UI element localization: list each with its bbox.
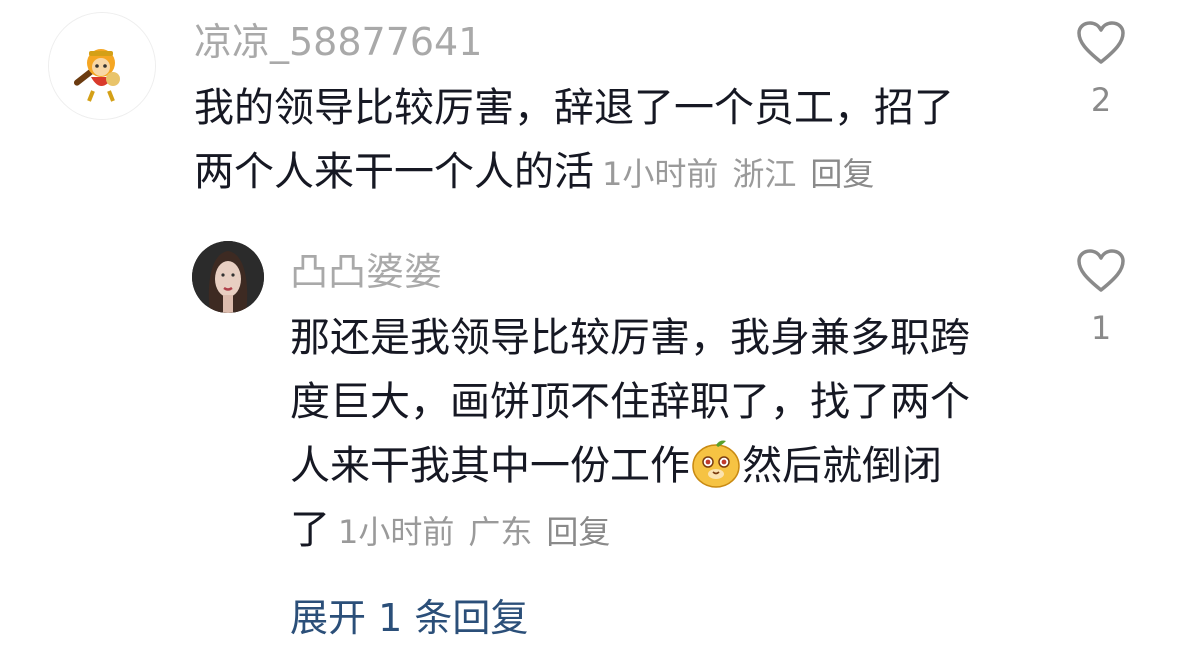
reply-time: 1小时前 — [338, 513, 455, 551]
comment-username[interactable]: 凉凉_58877641 — [194, 20, 482, 64]
comment-time: 1小时前 — [602, 155, 719, 193]
comment-meta: 1小时前 浙江 回复 — [602, 155, 888, 193]
reply-line-3-start: 人来干我其中一份工作 — [290, 443, 690, 489]
woman-portrait-avatar-icon — [192, 241, 264, 313]
heart-icon[interactable] — [1076, 20, 1126, 66]
reply-like-count: 1 — [1090, 309, 1112, 347]
comment-location: 浙江 — [732, 155, 797, 193]
comment-body: 我的领导比较厉害，辞退了一个员工，招了 两个人来干一个人的活 1小时前 浙江 回复 — [194, 76, 954, 204]
monkey-king-avatar-icon — [49, 13, 155, 119]
comment-line-2: 两个人来干一个人的活 1小时前 浙江 回复 — [194, 140, 954, 204]
reply-line-3: 人来干我其中一份工作 然后就倒闭 — [290, 434, 970, 498]
avatar-top-comment[interactable] — [48, 12, 156, 120]
heart-icon[interactable] — [1076, 248, 1126, 294]
reply-line-4-text: 了 — [290, 507, 330, 553]
smiling-emoji-icon — [692, 440, 740, 488]
reply-location: 广东 — [468, 513, 533, 551]
reply-body: 那还是我领导比较厉害，我身兼多职跨 度巨大，画饼顶不住辞职了，找了两个 人来干我… — [290, 306, 970, 562]
comment-like-count: 2 — [1090, 81, 1112, 119]
reply-username[interactable]: 凸凸婆婆 — [290, 250, 442, 294]
reply-line-3-end: 然后就倒闭 — [742, 443, 942, 489]
reply-like-group: 1 — [1071, 248, 1131, 348]
comment-reply-button[interactable]: 回复 — [810, 155, 874, 193]
comment-like-group: 2 — [1071, 20, 1131, 120]
avatar-reply[interactable] — [192, 241, 264, 313]
comment-line-1: 我的领导比较厉害，辞退了一个员工，招了 — [194, 85, 954, 131]
reply-line-1: 那还是我领导比较厉害，我身兼多职跨 — [290, 315, 970, 361]
reply-line-4: 了 1小时前 广东 回复 — [290, 498, 970, 562]
reply-meta: 1小时前 广东 回复 — [338, 513, 624, 551]
expand-replies-button[interactable]: 展开 1 条回复 — [290, 594, 528, 642]
reply-line-2: 度巨大，画饼顶不住辞职了，找了两个 — [290, 379, 970, 425]
comment-line-2-text: 两个人来干一个人的活 — [194, 149, 594, 195]
reply-reply-button[interactable]: 回复 — [546, 513, 610, 551]
